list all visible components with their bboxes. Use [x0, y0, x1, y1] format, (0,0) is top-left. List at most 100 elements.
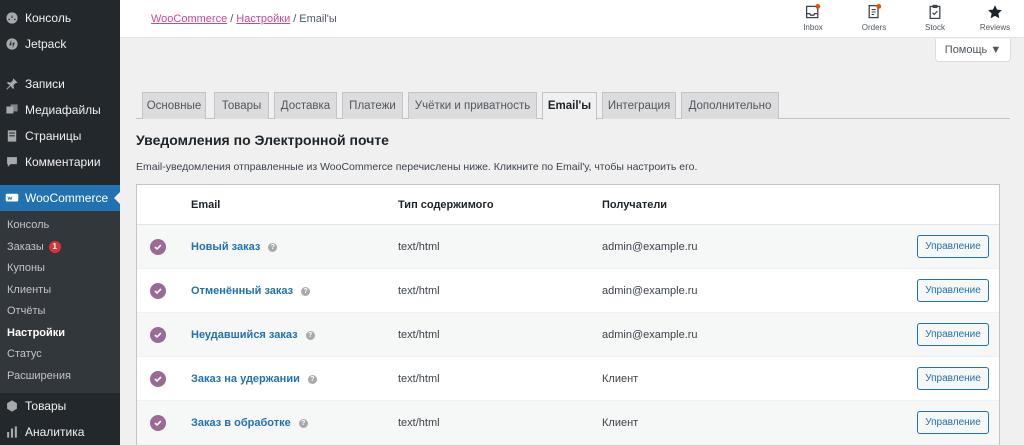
email-name-link[interactable]: Заказ в обработке? [191, 417, 308, 429]
menu-label: Аналитика [25, 425, 85, 439]
breadcrumb-settings-link[interactable]: Настройки [236, 13, 290, 25]
help-tip-icon[interactable]: ? [305, 330, 315, 340]
orders-button[interactable]: Orders [854, 4, 894, 32]
email-name-link[interactable]: Отменённый заказ? [191, 285, 311, 297]
enabled-check-icon [150, 327, 166, 343]
menu-label: Страницы [25, 129, 82, 143]
orders-count-badge: 1 [48, 241, 61, 254]
manage-button[interactable]: Управление [917, 367, 989, 390]
table-row: Заказ в обработке? text/html Клиент Упра… [137, 401, 999, 445]
menu-label: Jetpack [25, 37, 67, 51]
chart-icon [5, 425, 19, 439]
dashboard-icon [5, 11, 19, 25]
tab-shipping[interactable]: Доставка [274, 92, 337, 119]
comment-icon [5, 155, 19, 169]
menu-label: Медиафайлы [25, 103, 101, 117]
orders-icon [868, 4, 882, 19]
stock-button[interactable]: Stock [915, 4, 955, 32]
submenu-item-orders[interactable]: Заказы 1 [0, 237, 120, 259]
table-row: Новый заказ? text/html admin@example.ru … [137, 225, 999, 269]
box-icon [5, 399, 19, 413]
submenu-item-coupons[interactable]: Купоны [0, 258, 120, 280]
menu-label: Товары [25, 399, 67, 413]
pin-icon [5, 77, 19, 91]
jetpack-icon [5, 37, 19, 51]
email-name-link[interactable]: Неудавшийся заказ? [191, 329, 315, 341]
menu-item-dashboard[interactable]: Консоль [0, 5, 120, 31]
menu-item-analytics[interactable]: Аналитика [0, 419, 120, 445]
inbox-icon [805, 4, 821, 19]
submenu-item-status[interactable]: Статус [0, 344, 120, 366]
content-type-cell: text/html [398, 241, 440, 253]
submenu-item-dashboard[interactable]: Консоль [0, 215, 120, 237]
content-type-cell: text/html [398, 417, 440, 429]
manage-button[interactable]: Управление [917, 323, 989, 346]
help-tip-icon[interactable]: ? [307, 374, 317, 384]
recipient-cell: admin@example.ru [602, 329, 698, 341]
enabled-check-icon [150, 283, 166, 299]
recipient-cell: Клиент [602, 373, 639, 385]
menu-label: Консоль [25, 11, 72, 25]
section-description: Email-уведомления отправленные из WooCom… [136, 161, 698, 173]
menu-item-woocommerce[interactable]: WooCommerce [0, 185, 120, 211]
email-name-link[interactable]: Заказ на удержании? [191, 373, 317, 385]
table-header: Email Тип содержимого Получатели [137, 185, 999, 225]
breadcrumb-woocommerce-link[interactable]: WooCommerce [151, 13, 227, 25]
email-notifications-table: Email Тип содержимого Получатели Новый з… [136, 184, 1000, 445]
top-header-bar: WooCommerce / Настройки / Email'ы Inbox Orde… [120, 0, 1024, 38]
help-tip-icon[interactable]: ? [268, 242, 278, 252]
recipient-cell: admin@example.ru [602, 241, 698, 253]
recipient-cell: Клиент [602, 417, 639, 429]
menu-item-jetpack[interactable]: Jetpack [0, 31, 120, 57]
tab-general[interactable]: Основные [142, 92, 206, 119]
tab-integration[interactable]: Интеграция [602, 92, 676, 119]
media-icon [5, 103, 19, 117]
menu-item-media[interactable]: Медиафайлы [0, 97, 120, 123]
submenu-item-extensions[interactable]: Расширения [0, 366, 120, 388]
submenu-item-customers[interactable]: Клиенты [0, 280, 120, 302]
menu-item-pages[interactable]: Страницы [0, 123, 120, 149]
help-tip-icon[interactable]: ? [301, 286, 311, 296]
enabled-check-icon [150, 371, 166, 387]
breadcrumb-current: Email'ы [299, 13, 337, 25]
star-icon [988, 5, 1002, 19]
section-title: Уведомления по Электронной почте [136, 132, 389, 148]
manage-button[interactable]: Управление [917, 235, 989, 258]
submenu-item-settings[interactable]: Настройки [0, 323, 120, 345]
menu-item-posts[interactable]: Записи [0, 71, 120, 97]
tab-emails[interactable]: Email'ы [542, 92, 597, 120]
column-header-recipients: Получатели [602, 199, 668, 211]
reviews-button[interactable]: Reviews [975, 4, 1015, 32]
menu-item-products[interactable]: Товары [0, 393, 120, 419]
help-tip-icon[interactable]: ? [298, 418, 308, 428]
page-icon [5, 129, 19, 143]
tab-payments[interactable]: Платежи [342, 92, 403, 119]
tab-products[interactable]: Товары [214, 92, 269, 119]
admin-sidebar: Консоль Jetpack Записи Медиафайлы Страни… [0, 0, 120, 445]
menu-label: WooCommerce [25, 191, 109, 205]
woocommerce-submenu: Консоль Заказы 1 Купоны Клиенты Отчёты На… [0, 211, 120, 393]
email-name-link[interactable]: Новый заказ? [191, 241, 278, 253]
column-header-content-type: Тип содержимого [398, 199, 494, 211]
stock-icon [929, 4, 941, 20]
manage-button[interactable]: Управление [917, 411, 989, 434]
help-button[interactable]: Помощь ▼ [935, 39, 1011, 62]
submenu-item-reports[interactable]: Отчёты [0, 301, 120, 323]
breadcrumb-separator: / [230, 13, 234, 25]
menu-label: Записи [25, 77, 65, 91]
menu-item-comments[interactable]: Комментарии [0, 149, 120, 175]
manage-button[interactable]: Управление [917, 279, 989, 302]
menu-label: Комментарии [25, 155, 101, 169]
tab-advanced[interactable]: Дополнительно [681, 92, 779, 119]
enabled-check-icon [150, 239, 166, 255]
table-row: Неудавшийся заказ? text/html admin@examp… [137, 313, 999, 357]
inbox-button[interactable]: Inbox [793, 4, 833, 32]
tab-accounts-privacy[interactable]: Учётки и приватность [408, 92, 537, 119]
breadcrumb: WooCommerce / Настройки / Email'ы [151, 13, 337, 25]
table-row: Отменённый заказ? text/html admin@exampl… [137, 269, 999, 313]
breadcrumb-separator: / [293, 13, 297, 25]
table-row: Заказ на удержании? text/html Клиент Упр… [137, 357, 999, 401]
column-header-email: Email [191, 199, 221, 211]
settings-tabs: Основные Товары Доставка Платежи Учётки … [136, 92, 1010, 120]
enabled-check-icon [150, 415, 166, 431]
